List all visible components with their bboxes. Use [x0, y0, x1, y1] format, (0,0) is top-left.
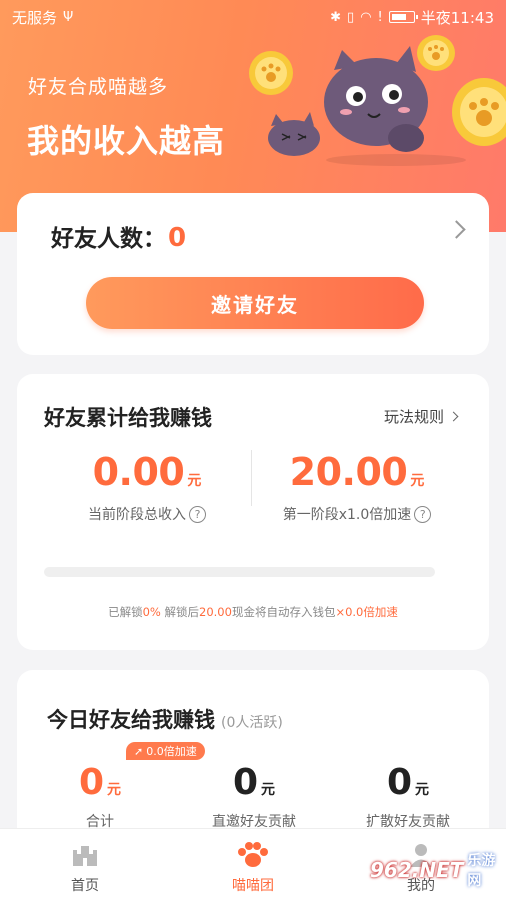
- speed-badge: ➚ 0.0倍加速: [126, 742, 205, 760]
- invite-friends-button[interactable]: 邀请好友: [86, 277, 424, 329]
- cat-mascot-illustration: [249, 35, 506, 166]
- help-icon[interactable]: ?: [414, 505, 432, 523]
- currency-unit: 元: [261, 782, 276, 798]
- bluetooth-icon: ✱: [330, 9, 342, 25]
- bottom-nav: 首页 喵喵团 我的 962.NET 乐游网: [0, 828, 506, 900]
- small-cat-icon: [268, 112, 320, 156]
- rules-link-label: 玩法规则: [383, 408, 444, 426]
- clock-text: 半夜11:43: [420, 8, 494, 27]
- paw-coin-icon: [417, 35, 455, 71]
- watermark-sub: 乐游网: [467, 853, 496, 889]
- direct-invite-stat: 0元 直邀好友贡献: [189, 762, 319, 831]
- speed-badge-text: 0.0倍加速: [146, 745, 197, 758]
- site-watermark: 962.NET 乐游网: [370, 846, 500, 894]
- divider: [251, 450, 252, 506]
- paw-coin-icon: [452, 78, 506, 146]
- nav-item-home-label: 首页: [71, 878, 99, 894]
- wifi-icon: ◠: [360, 9, 372, 25]
- battery-icon: [388, 11, 418, 23]
- today-title: 今日好友给我赚钱: [47, 708, 215, 732]
- watermark-brand: 962.NET: [370, 858, 464, 882]
- currency-unit: 元: [410, 473, 425, 489]
- stage-target-label: 第一阶段x1.0倍加速: [282, 507, 412, 523]
- unlock-amount: 20.00: [199, 605, 232, 619]
- cumulative-title: 好友累计给我赚钱: [44, 406, 212, 430]
- spread-invite-value: 0: [386, 762, 413, 803]
- friends-count-label: 好友人数：: [51, 226, 166, 252]
- current-income-value: 0.00: [92, 450, 185, 494]
- paw-coin-icon: [249, 51, 293, 95]
- paw-icon: [203, 841, 303, 869]
- nav-item-cat-team[interactable]: 喵喵团: [203, 841, 303, 895]
- unlock-note-mid2: 现金将自动存入钱包: [231, 605, 336, 619]
- chevron-right-icon: [448, 411, 459, 422]
- direct-invite-value: 0: [232, 762, 259, 803]
- rules-link[interactable]: 玩法规则: [383, 406, 459, 427]
- today-earnings-card: 今日好友给我赚钱 (0人活跃) ➚ 0.0倍加速 0元 合计 0元 直邀好友贡献…: [17, 670, 489, 850]
- unlock-bonus: ×0.0倍加速: [335, 605, 398, 619]
- rocket-icon: ➚: [134, 744, 144, 758]
- unlock-progress-bar: [44, 567, 435, 577]
- friends-count-value: 0: [168, 223, 187, 253]
- currency-unit: 元: [415, 782, 430, 798]
- unlock-note-mid: 解锁后: [160, 605, 200, 619]
- stage-target-stat: 20.00 元 第一阶段x1.0倍加速 ?: [269, 450, 445, 524]
- usb-icon: Ψ: [63, 9, 74, 25]
- current-income-stat: 0.00 元 当前阶段总收入 ?: [67, 450, 227, 524]
- alert-icon: !: [377, 9, 383, 25]
- today-total-value: 0: [78, 762, 105, 803]
- active-count: (0人活跃): [221, 715, 283, 731]
- unlock-percent: 0%: [142, 605, 161, 619]
- purple-cat-icon: [324, 46, 428, 152]
- help-icon[interactable]: ?: [189, 505, 206, 523]
- current-income-label: 当前阶段总收入: [88, 507, 186, 523]
- carrier-text: 无服务: [12, 8, 58, 27]
- today-total-stat: 0元 合计: [35, 762, 165, 831]
- nav-item-home[interactable]: 首页: [35, 841, 135, 895]
- hero-title: 我的收入越高: [27, 122, 226, 160]
- unlock-note: 已解锁0% 解锁后20.00现金将自动存入钱包×0.0倍加速: [17, 604, 489, 620]
- currency-unit: 元: [107, 782, 122, 798]
- unlock-note-prefix: 已解锁: [108, 605, 143, 619]
- hero-subtitle: 好友合成喵越多: [28, 76, 169, 98]
- nav-item-cat-team-label: 喵喵团: [232, 878, 274, 894]
- currency-unit: 元: [187, 473, 202, 489]
- cumulative-earnings-card: 好友累计给我赚钱 玩法规则 0.00 元 当前阶段总收入 ? 20.00 元 第一阶…: [17, 374, 489, 650]
- stage-target-value: 20.00: [289, 450, 408, 494]
- vibrate-icon: ▯: [347, 9, 355, 25]
- chevron-right-icon[interactable]: [447, 220, 466, 239]
- friends-card: 好友人数： 0 邀请好友: [17, 193, 489, 355]
- spread-invite-stat: 0元 扩散好友贡献: [343, 762, 473, 831]
- status-bar: 无服务 Ψ ✱ ▯ ◠ ! 半夜11:43: [0, 0, 506, 34]
- castle-icon: [35, 841, 135, 869]
